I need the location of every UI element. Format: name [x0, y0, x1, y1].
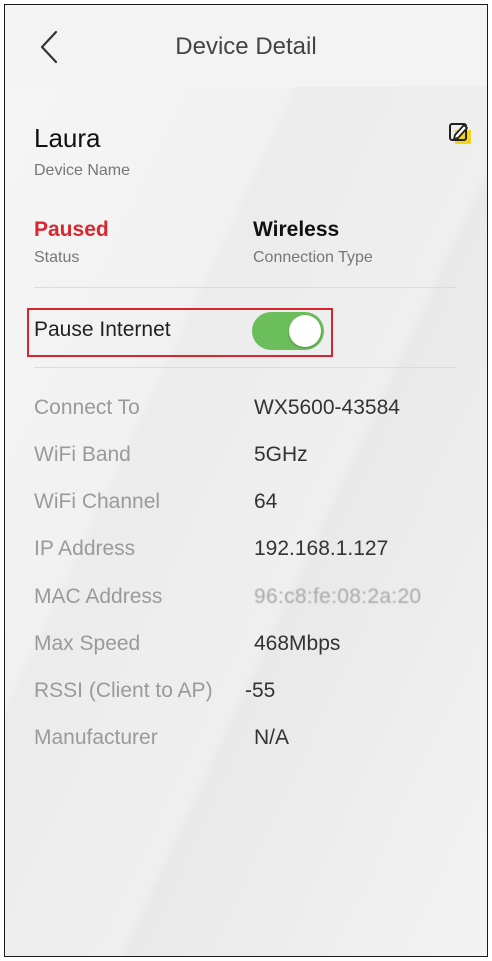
- device-detail-screen: Device Detail Laura Device Name Paused S…: [4, 4, 488, 957]
- detail-label: MAC Address: [34, 585, 163, 608]
- edit-name-button[interactable]: [447, 120, 473, 146]
- device-name-value: Laura: [34, 123, 101, 153]
- connection-type-label: Connection Type: [253, 249, 373, 266]
- detail-row-connect-to: Connect To WX5600-43584: [34, 396, 474, 426]
- detail-value: -55: [245, 679, 276, 702]
- detail-label: RSSI (Client to AP): [34, 679, 213, 702]
- status-value: Paused: [34, 218, 109, 241]
- edit-icon: [449, 123, 471, 144]
- detail-value: N/A: [254, 726, 290, 749]
- detail-row-wifi-band: WiFi Band 5GHz: [34, 443, 474, 473]
- detail-label: Max Speed: [34, 632, 141, 655]
- detail-row-max-speed: Max Speed 468Mbps: [34, 632, 474, 662]
- toggle-knob: [289, 315, 321, 347]
- detail-label: IP Address: [34, 537, 136, 560]
- detail-value: 64: [254, 490, 278, 513]
- detail-row-ip-address: IP Address 192.168.1.127: [34, 537, 474, 567]
- page-title: Device Detail: [175, 33, 317, 60]
- detail-label: WiFi Band: [34, 443, 131, 466]
- detail-row-rssi: RSSI (Client to AP) -55: [34, 679, 474, 709]
- detail-value: 468Mbps: [254, 632, 341, 655]
- divider: [34, 287, 457, 288]
- detail-label: WiFi Channel: [34, 490, 161, 513]
- detail-label: Manufacturer: [34, 726, 158, 749]
- status-label: Status: [34, 249, 80, 266]
- divider: [34, 367, 457, 368]
- detail-row-manufacturer: Manufacturer N/A: [34, 726, 474, 756]
- connection-type-value: Wireless: [253, 218, 340, 241]
- top-bar: Device Detail: [5, 5, 487, 87]
- detail-row-mac-address: MAC Address 96:c8:fe:08:2a:20: [34, 585, 474, 615]
- pause-internet-toggle[interactable]: [252, 312, 324, 350]
- detail-value: 192.168.1.127: [254, 537, 389, 560]
- detail-value: WX5600-43584: [254, 396, 400, 419]
- detail-label: Connect To: [34, 396, 140, 419]
- detail-row-wifi-channel: WiFi Channel 64: [34, 490, 474, 520]
- device-name-label: Device Name: [34, 162, 131, 179]
- pause-internet-label: Pause Internet: [34, 318, 171, 341]
- detail-value: 5GHz: [254, 443, 308, 466]
- detail-value: 96:c8:fe:08:2a:20: [254, 585, 422, 608]
